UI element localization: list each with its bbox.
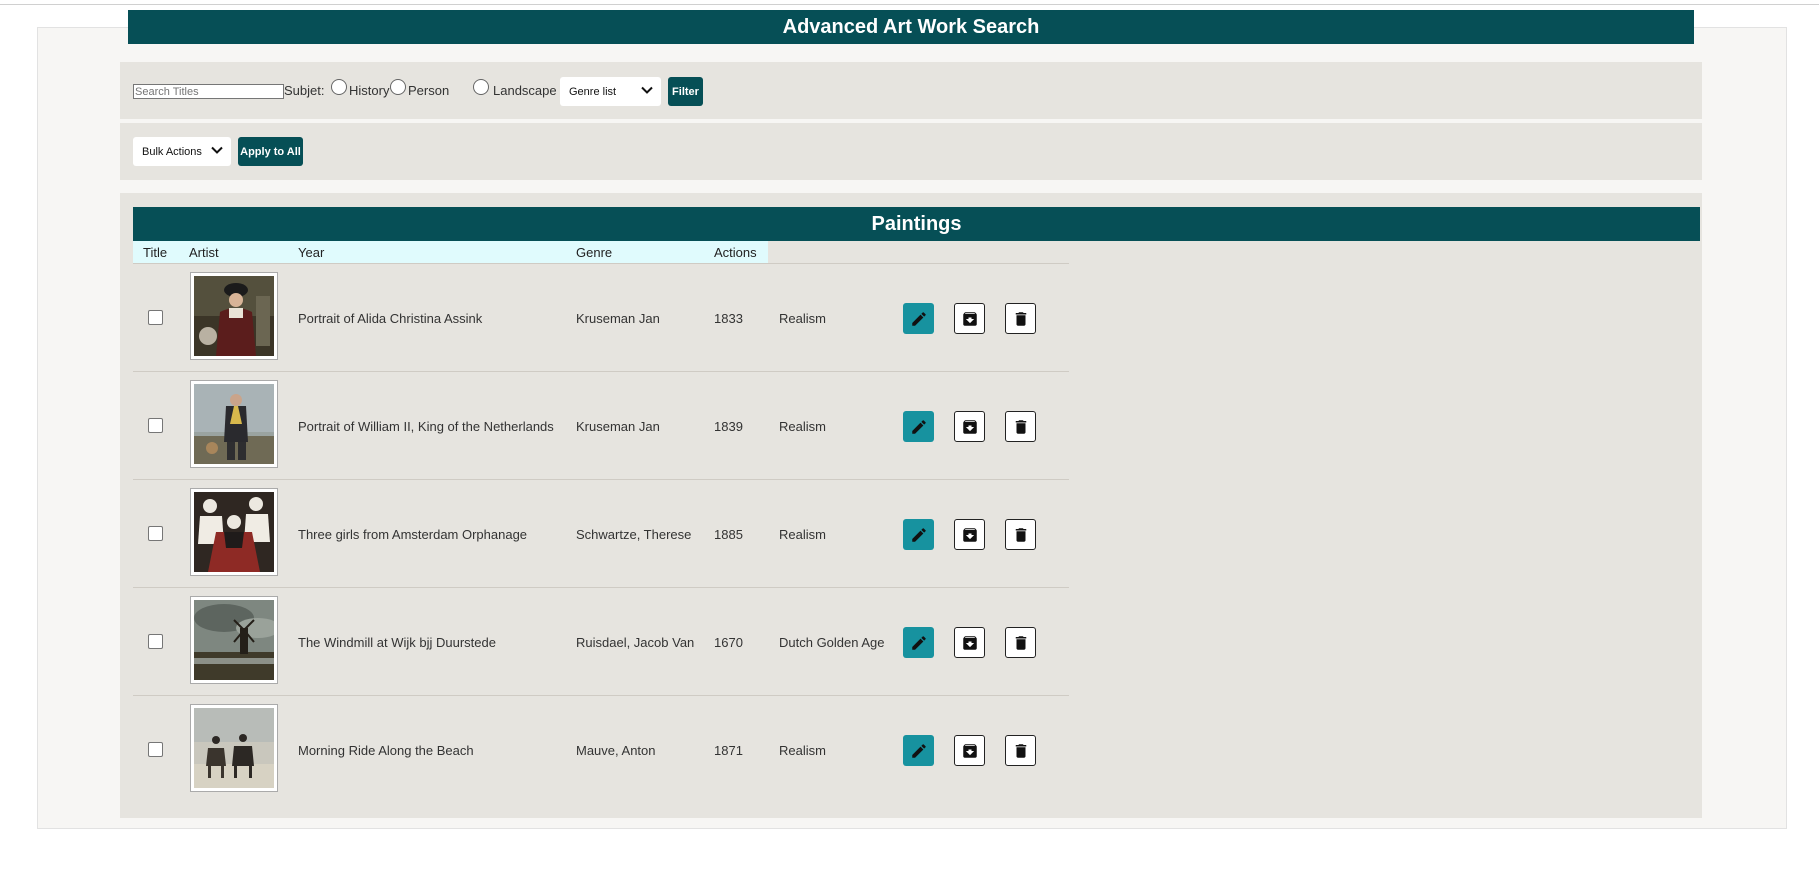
painting-year: 1670: [714, 635, 743, 650]
radio-landscape[interactable]: [473, 79, 489, 95]
painting-year: 1885: [714, 527, 743, 542]
genre-select[interactable]: Genre list: [560, 77, 661, 106]
painting-thumbnail: [190, 596, 278, 684]
painting-year: 1839: [714, 419, 743, 434]
row-checkbox[interactable]: [148, 418, 163, 433]
painting-title: The Windmill at Wijk bjj Duurstede: [298, 635, 496, 650]
column-genre: Genre: [576, 245, 613, 260]
table-row: Three girls from Amsterdam Orphanage Sch…: [133, 480, 1069, 588]
archive-icon: [962, 311, 977, 326]
chevron-down-icon: [211, 146, 223, 157]
archive-icon: [962, 743, 977, 758]
archive-icon: [962, 527, 977, 542]
trash-icon: [1015, 419, 1026, 434]
painting-genre: Realism: [779, 743, 826, 758]
column-actions: Actions: [714, 245, 757, 260]
column-artist: Artist: [189, 245, 219, 260]
paintings-panel: Paintings Title Artist Year Genre Action…: [120, 193, 1702, 818]
filter-panel: Subjet: History Person Landscape Genre l…: [120, 62, 1702, 119]
table-row: Portrait of Alida Christina Assink Kruse…: [133, 264, 1069, 372]
apply-to-all-button[interactable]: Apply to All: [238, 137, 303, 166]
painting-thumbnail: [190, 704, 278, 792]
filter-button[interactable]: Filter: [668, 77, 703, 106]
row-checkbox[interactable]: [148, 310, 163, 325]
edit-button[interactable]: [903, 303, 934, 334]
painting-artist: Schwartze, Therese: [576, 527, 692, 542]
paintings-heading: Paintings: [133, 207, 1700, 241]
column-year: Year: [298, 245, 325, 260]
bulk-actions-panel: Bulk Actions Apply to All: [120, 123, 1702, 180]
archive-icon: [962, 635, 977, 650]
archive-button[interactable]: [954, 735, 985, 766]
painting-title: Portrait of William II, King of the Neth…: [298, 419, 554, 434]
painting-artist: Kruseman Jan: [576, 419, 660, 434]
delete-button[interactable]: [1005, 627, 1036, 658]
search-input[interactable]: [133, 84, 284, 99]
table-row: The Windmill at Wijk bjj Duurstede Ruisd…: [133, 588, 1069, 696]
painting-year: 1871: [714, 743, 743, 758]
painting-thumbnail: [190, 488, 278, 576]
radio-history[interactable]: [331, 79, 347, 95]
column-title: Title: [143, 245, 168, 260]
chevron-down-icon: [641, 86, 653, 97]
archive-button[interactable]: [954, 303, 985, 334]
painting-genre: Realism: [779, 311, 826, 326]
trash-icon: [1015, 311, 1026, 326]
painting-genre: Realism: [779, 419, 826, 434]
browser-top-edge: [0, 0, 1819, 5]
painting-thumbnail: [190, 380, 278, 468]
painting-genre: Realism: [779, 527, 826, 542]
painting-title: Three girls from Amsterdam Orphanage: [298, 527, 528, 542]
row-checkbox[interactable]: [148, 742, 163, 757]
delete-button[interactable]: [1005, 519, 1036, 550]
edit-button[interactable]: [903, 519, 934, 550]
radio-person-label: Person: [408, 83, 450, 98]
genre-select-value: Genre list: [569, 85, 617, 98]
page-title: Advanced Art Work Search: [128, 10, 1694, 44]
pencil-icon: [911, 743, 926, 758]
archive-icon: [962, 419, 977, 434]
painting-title: Portrait of Alida Christina Assink: [298, 311, 483, 326]
archive-button[interactable]: [954, 627, 985, 658]
pencil-icon: [911, 527, 926, 542]
archive-button[interactable]: [954, 411, 985, 442]
bulk-actions-select[interactable]: Bulk Actions: [133, 137, 231, 166]
table-row: Morning Ride Along the Beach Mauve, Anto…: [133, 696, 1069, 804]
pencil-icon: [911, 419, 926, 434]
painting-year: 1833: [714, 311, 743, 326]
painting-artist: Ruisdael, Jacob Van: [576, 635, 695, 650]
painting-artist: Mauve, Anton: [576, 743, 656, 758]
trash-icon: [1015, 743, 1026, 758]
edit-button[interactable]: [903, 735, 934, 766]
row-checkbox[interactable]: [148, 526, 163, 541]
trash-icon: [1015, 635, 1026, 650]
archive-button[interactable]: [954, 519, 985, 550]
bulk-actions-value: Bulk Actions: [142, 145, 202, 158]
delete-button[interactable]: [1005, 303, 1036, 334]
painting-title: Morning Ride Along the Beach: [298, 743, 474, 758]
radio-landscape-label: Landscape: [493, 83, 557, 98]
painting-genre: Dutch Golden Age: [779, 635, 885, 650]
delete-button[interactable]: [1005, 411, 1036, 442]
radio-person[interactable]: [390, 79, 406, 95]
delete-button[interactable]: [1005, 735, 1036, 766]
pencil-icon: [911, 311, 926, 326]
table-row: Portrait of William II, King of the Neth…: [133, 372, 1069, 480]
edit-button[interactable]: [903, 627, 934, 658]
pencil-icon: [911, 635, 926, 650]
radio-history-label: History: [349, 83, 390, 98]
table-header: Title Artist Year Genre Actions: [133, 241, 768, 263]
trash-icon: [1015, 527, 1026, 542]
row-checkbox[interactable]: [148, 634, 163, 649]
painting-thumbnail: [190, 272, 278, 360]
painting-artist: Kruseman Jan: [576, 311, 660, 326]
edit-button[interactable]: [903, 411, 934, 442]
subject-label: Subjet:: [284, 83, 325, 98]
